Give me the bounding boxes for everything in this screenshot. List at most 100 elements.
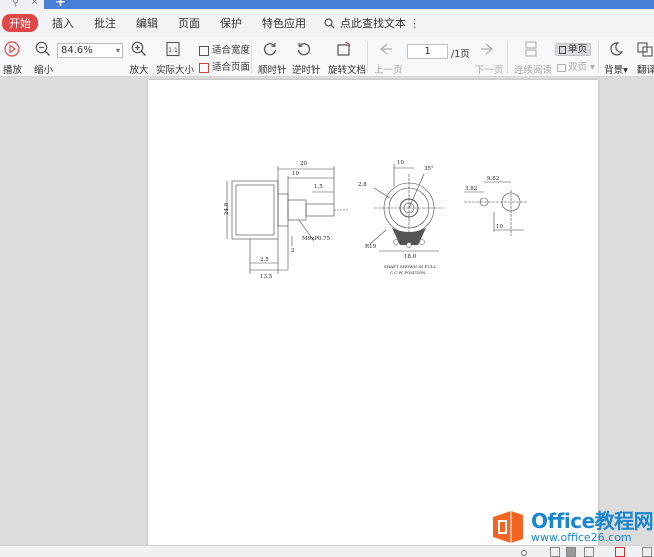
menu-start[interactable]: 开始 xyxy=(2,14,38,32)
fit-width-button[interactable]: 适合宽度 xyxy=(199,42,250,56)
double-page-button[interactable]: 双页 ▾ xyxy=(557,59,595,73)
translate-button[interactable]: 翻译 xyxy=(637,41,654,76)
double-page-view-icon[interactable] xyxy=(584,547,594,557)
page-number-input[interactable]: 1 xyxy=(407,44,448,59)
double-page-label: 双页 xyxy=(568,62,588,73)
play-button[interactable]: 播放 xyxy=(3,41,23,76)
rotate-document-label: 旋转文档 xyxy=(328,65,367,76)
dim-inner-width: 10 xyxy=(292,171,299,177)
background-label: 背景▾ xyxy=(604,65,628,76)
rotate-document-button[interactable]: 旋转文档 xyxy=(328,41,367,76)
rotate-counterclockwise-icon xyxy=(297,42,311,56)
find-text-search[interactable]: 点此查找文本 ⋮ xyxy=(324,15,420,31)
zoom-out-label: 缩小 xyxy=(34,65,54,76)
fit-width-icon xyxy=(199,45,209,56)
single-page-button[interactable]: 单页 xyxy=(555,41,592,56)
arrow-right-icon xyxy=(481,43,494,55)
play-icon xyxy=(4,41,20,57)
more-icon[interactable]: ⋮ xyxy=(409,17,420,30)
office-logo xyxy=(489,508,527,546)
fit-page-button[interactable]: 适合页面 xyxy=(199,59,250,73)
rotate-clockwise-icon xyxy=(263,42,277,56)
continuous-reading-icon xyxy=(525,41,537,57)
rotate-counterclockwise-button[interactable]: 逆时针 xyxy=(292,41,321,76)
drawing-caption-line2: C.C.W. POSITION xyxy=(390,270,426,275)
status-bar xyxy=(0,545,654,557)
dim-bottom-small: 2.5 xyxy=(260,257,269,263)
play-label: 播放 xyxy=(3,65,23,76)
side-view xyxy=(226,166,349,274)
page-total: /1页 xyxy=(451,49,470,60)
prev-page-label: 上一页 xyxy=(374,65,403,76)
arrow-left-icon xyxy=(379,43,392,55)
double-page-icon xyxy=(557,63,566,72)
fullscreen-icon[interactable] xyxy=(642,547,652,557)
background-button[interactable]: 背景▾ xyxy=(604,41,628,76)
toolbar-divider xyxy=(367,41,368,73)
play-icon[interactable] xyxy=(615,547,625,557)
menu-insert[interactable]: 插入 xyxy=(52,15,74,31)
actual-size-button[interactable]: 1:1 实际大小 xyxy=(156,41,195,76)
dim-step: 2 xyxy=(291,248,295,254)
menu-features[interactable]: 特色应用 xyxy=(262,15,306,31)
dim-bottom-total: 13.5 xyxy=(260,274,273,280)
rotate-clockwise-button[interactable]: 顺时针 xyxy=(258,41,287,76)
translate-icon xyxy=(637,42,653,57)
menu-protect[interactable]: 保护 xyxy=(220,15,242,31)
actual-size-glyph: 1:1 xyxy=(168,47,178,54)
menu-bar: 开始 插入 批注 编辑 页面 保护 特色应用 点此查找文本 ⋮ xyxy=(0,9,654,37)
zoom-in-icon xyxy=(131,41,146,56)
watermark: Office教程网 www.office26.com xyxy=(489,508,654,546)
toolbar-divider xyxy=(507,41,508,73)
zoom-out-icon xyxy=(35,41,50,56)
fit-width-label: 适合宽度 xyxy=(212,45,251,56)
dim-center-width: 10 xyxy=(397,160,404,166)
toolbar-divider xyxy=(251,41,252,73)
document-page: 20 10 1.5 24.8 M9xP0.75 2 2.5 13.5 10 35… xyxy=(148,80,598,557)
search-label: 点此查找文本 xyxy=(340,17,406,30)
rotate-counterclockwise-label: 逆时针 xyxy=(292,65,321,76)
zoom-in-button[interactable]: 放大 xyxy=(129,41,149,76)
tab-controls[interactable]: ⚲ ✕ xyxy=(12,0,43,8)
single-page-icon xyxy=(559,45,566,54)
watermark-url: www.office26.com xyxy=(531,531,632,544)
prev-page-button[interactable]: 上一页 xyxy=(374,41,403,76)
dim-thread: M9xP0.75 xyxy=(302,236,331,242)
menu-page[interactable]: 页面 xyxy=(178,15,200,31)
watermark-title: Office教程网 xyxy=(531,509,654,533)
rotate-clockwise-label: 顺时针 xyxy=(258,65,287,76)
actual-size-label: 实际大小 xyxy=(156,65,195,76)
dim-hole-note: 2.8 xyxy=(358,182,367,188)
single-page-toggle: 单页 xyxy=(555,43,592,56)
potentiometer-drawing: 20 10 1.5 24.8 M9xP0.75 2 2.5 13.5 10 35… xyxy=(224,160,527,280)
dim-left-height: 24.8 xyxy=(224,202,230,215)
menu-edit[interactable]: 编辑 xyxy=(136,15,158,31)
fit-page-icon xyxy=(199,62,209,73)
continuous-reading-button[interactable]: 连续阅读 xyxy=(514,41,553,76)
chevron-down-icon: ▾ xyxy=(587,62,595,73)
sun-icon[interactable] xyxy=(519,547,529,557)
dim-pin-pitch: 9.82 xyxy=(487,176,499,182)
dim-top-width: 20 xyxy=(300,161,307,167)
toolbar-divider xyxy=(598,41,599,73)
menu-annotate[interactable]: 批注 xyxy=(94,15,116,31)
page-view-icon[interactable] xyxy=(566,547,576,557)
zoom-select[interactable]: 84.6% ▾ xyxy=(57,43,123,58)
next-page-button[interactable]: 下一页 xyxy=(475,41,504,76)
single-page-view-icon[interactable] xyxy=(550,547,560,557)
moon-icon xyxy=(610,42,624,56)
next-page-label: 下一页 xyxy=(475,65,504,76)
fit-page-label: 适合页面 xyxy=(212,62,251,73)
single-page-label: 单页 xyxy=(568,44,588,55)
dim-radius: R19 xyxy=(365,244,377,250)
rotate-document-icon xyxy=(337,42,351,56)
dim-shaft-small: 1.5 xyxy=(314,184,323,190)
zoom-out-button[interactable]: 缩小 xyxy=(34,41,54,76)
actual-size-icon: 1:1 xyxy=(166,41,180,57)
continuous-reading-label: 连续阅读 xyxy=(514,65,553,76)
dim-pin-left: 3.82 xyxy=(465,186,477,192)
tab-strip xyxy=(44,0,654,9)
dim-base-width: 18.0 xyxy=(404,254,417,260)
zoom-in-label: 放大 xyxy=(129,65,149,76)
zoom-value: 84.6% xyxy=(61,45,93,56)
